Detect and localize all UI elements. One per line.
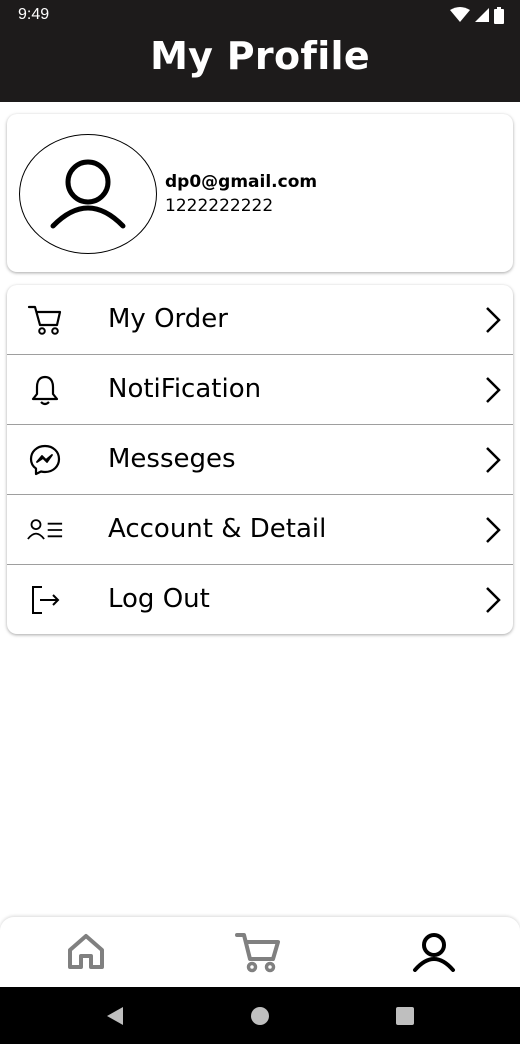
menu-item-notification[interactable]: NotiFication bbox=[7, 355, 513, 425]
menu-item-label: Account & Detail bbox=[108, 514, 327, 544]
profile-email: dp0@gmail.com bbox=[165, 172, 318, 192]
logout-icon bbox=[27, 582, 63, 618]
home-circle-icon bbox=[251, 1007, 269, 1025]
bottom-nav bbox=[0, 917, 520, 987]
menu-item-account-detail[interactable]: Account & Detail bbox=[7, 495, 513, 565]
page-title: My Profile bbox=[150, 34, 370, 78]
nav-cart-button[interactable] bbox=[234, 929, 282, 975]
account-list-icon bbox=[27, 512, 63, 548]
cart-icon bbox=[27, 302, 63, 338]
back-button[interactable] bbox=[104, 1005, 126, 1027]
status-time: 9:49 bbox=[18, 6, 50, 23]
user-icon bbox=[50, 159, 126, 229]
menu-item-label: Messeges bbox=[108, 444, 236, 474]
menu-item-log-out[interactable]: Log Out bbox=[7, 565, 513, 634]
battery-icon bbox=[494, 6, 504, 24]
home-icon bbox=[68, 934, 104, 969]
chevron-right-icon bbox=[486, 447, 501, 473]
messenger-icon bbox=[27, 442, 63, 478]
nav-profile-button[interactable] bbox=[410, 929, 458, 975]
chevron-right-icon bbox=[486, 587, 501, 613]
cart-icon bbox=[235, 933, 280, 973]
app-bar: My Profile bbox=[0, 30, 520, 102]
menu-item-my-order[interactable]: My Order bbox=[7, 285, 513, 355]
back-triangle-icon bbox=[107, 1007, 123, 1025]
menu-item-messages[interactable]: Messeges bbox=[7, 425, 513, 495]
menu-item-label: NotiFication bbox=[108, 374, 262, 404]
profile-menu: My Order NotiFication Messeges Account &… bbox=[7, 285, 513, 634]
menu-item-label: My Order bbox=[108, 304, 228, 334]
profile-icon bbox=[413, 933, 455, 972]
signal-icon bbox=[475, 8, 489, 22]
recents-square-icon bbox=[396, 1007, 414, 1025]
nav-home-button[interactable] bbox=[62, 929, 110, 975]
status-bar: 9:49 bbox=[0, 0, 520, 30]
avatar[interactable] bbox=[19, 134, 157, 254]
profile-phone: 1222222222 bbox=[165, 196, 274, 216]
profile-card: dp0@gmail.com 1222222222 bbox=[7, 114, 513, 272]
menu-item-label: Log Out bbox=[108, 584, 210, 614]
chevron-right-icon bbox=[486, 377, 501, 403]
recents-button[interactable] bbox=[394, 1005, 416, 1027]
wifi-icon bbox=[450, 7, 470, 22]
chevron-right-icon bbox=[486, 517, 501, 543]
chevron-right-icon bbox=[486, 307, 501, 333]
bell-icon bbox=[27, 372, 63, 408]
system-status-icons bbox=[450, 6, 504, 24]
home-system-button[interactable] bbox=[249, 1005, 271, 1027]
system-nav-bar bbox=[0, 987, 520, 1044]
